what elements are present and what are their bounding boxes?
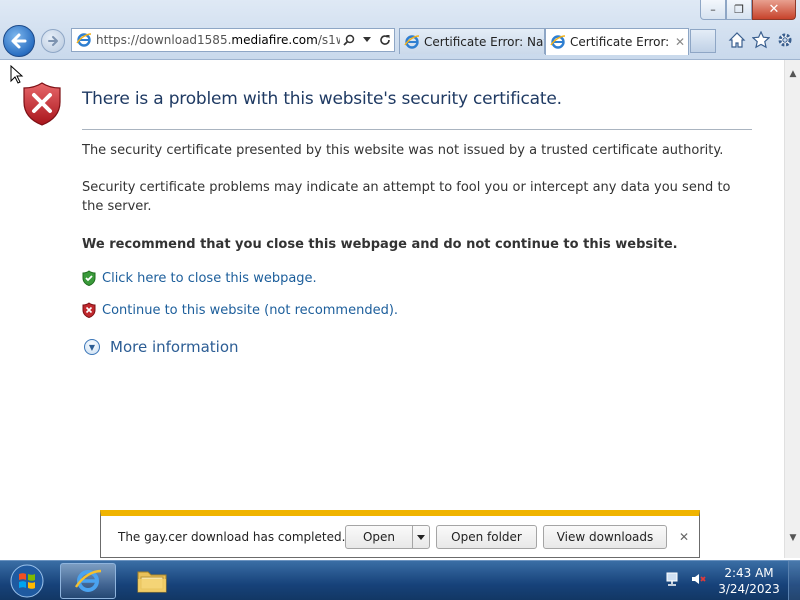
tab-certificate-error-1[interactable]: Certificate Error: Nav... — [399, 28, 545, 54]
command-icons — [728, 30, 794, 50]
tools-gear-icon[interactable] — [776, 30, 794, 50]
close-webpage-link[interactable]: Click here to close this webpage. — [82, 270, 317, 286]
error-shield-icon — [23, 82, 61, 126]
download-notification-bar: The gay.cer download has completed. Open… — [100, 510, 700, 558]
url-path: /s1w4y4( — [317, 33, 340, 47]
network-icon[interactable] — [664, 571, 680, 591]
tab-label: Certificate Error: ... — [570, 35, 672, 49]
system-tray — [664, 571, 706, 591]
home-icon[interactable] — [728, 30, 746, 50]
open-button[interactable]: Open — [345, 525, 413, 549]
continue-website-link[interactable]: Continue to this website (not recommende… — [82, 302, 398, 318]
close-webpage-label[interactable]: Click here to close this webpage. — [102, 271, 317, 286]
ie-taskbar-icon — [74, 569, 102, 592]
tab-close-button[interactable]: ✕ — [672, 35, 688, 49]
mouse-cursor-icon — [10, 65, 24, 84]
tab-certificate-error-2[interactable]: Certificate Error: ... ✕ — [545, 28, 689, 55]
continue-website-label[interactable]: Continue to this website (not recommende… — [102, 303, 398, 318]
security-warning-text: Security certificate problems may indica… — [82, 180, 731, 214]
ie-page-icon — [76, 33, 92, 47]
scroll-down-icon[interactable]: ▼ — [785, 530, 800, 546]
open-folder-button[interactable]: Open folder — [436, 525, 537, 549]
notification-close-icon[interactable]: ✕ — [679, 530, 689, 544]
expand-icon: ▼ — [84, 339, 100, 355]
view-downloads-button[interactable]: View downloads — [543, 525, 667, 549]
scroll-up-icon[interactable]: ▲ — [785, 66, 800, 82]
error-description: The security certificate presented by th… — [82, 143, 724, 158]
more-information-label[interactable]: More information — [110, 338, 239, 356]
back-button[interactable] — [3, 25, 35, 57]
forward-button[interactable] — [41, 29, 65, 53]
back-arrow-icon — [11, 33, 27, 49]
red-shield-icon — [82, 302, 96, 318]
windows-start-icon — [10, 564, 44, 598]
url-text[interactable]: https://download1585.mediafire.com/s1w4y… — [92, 33, 340, 47]
clock-date: 3/24/2023 — [718, 582, 780, 596]
show-desktop-button[interactable] — [788, 561, 800, 600]
taskbar-clock[interactable]: 2:43 AM 3/24/2023 — [716, 565, 782, 597]
minimize-button[interactable]: – — [700, 0, 726, 20]
volume-muted-icon[interactable] — [690, 571, 706, 591]
url-host-pre: download1585. — [139, 33, 232, 47]
clock-time: 2:43 AM — [724, 566, 774, 580]
recommendation-text: We recommend that you close this webpage… — [82, 237, 678, 252]
address-bar[interactable]: https://download1585.mediafire.com/s1w4y… — [71, 28, 395, 52]
restore-button[interactable]: ❐ — [726, 0, 752, 20]
url-host-domain: mediafire.com — [231, 33, 318, 47]
window-controls: – ❐ ✕ — [700, 0, 796, 20]
search-icon[interactable] — [340, 29, 358, 51]
browser-toolbar: – ❐ ✕ https://download1585.mediafire.com… — [0, 0, 800, 60]
taskbar-internet-explorer[interactable] — [60, 563, 116, 599]
forward-arrow-icon — [48, 36, 58, 46]
close-window-button[interactable]: ✕ — [752, 0, 796, 20]
url-prefix: https:// — [96, 33, 140, 47]
green-shield-icon — [82, 270, 96, 286]
taskbar-file-explorer[interactable] — [124, 563, 180, 599]
ie-tab-icon — [404, 34, 420, 49]
new-tab-button[interactable] — [690, 29, 716, 53]
refresh-icon[interactable] — [376, 29, 394, 51]
ie-tab-icon — [550, 35, 566, 49]
start-button[interactable] — [4, 563, 50, 599]
tab-label: Certificate Error: Nav... — [424, 34, 544, 49]
windows-taskbar: 2:43 AM 3/24/2023 — [0, 560, 800, 600]
dropdown-arrow-icon — [417, 534, 425, 540]
favorites-star-icon[interactable] — [752, 30, 770, 50]
error-title: There is a problem with this website's s… — [82, 89, 562, 109]
dropdown-icon[interactable] — [358, 29, 376, 51]
open-options-dropdown[interactable] — [412, 525, 430, 549]
folder-taskbar-icon — [137, 571, 167, 593]
more-information-toggle[interactable]: ▼ More information — [84, 338, 239, 356]
download-message: The gay.cer download has completed. — [118, 530, 346, 544]
vertical-scrollbar[interactable]: ▲ ▼ — [784, 60, 800, 558]
title-divider — [82, 129, 752, 130]
